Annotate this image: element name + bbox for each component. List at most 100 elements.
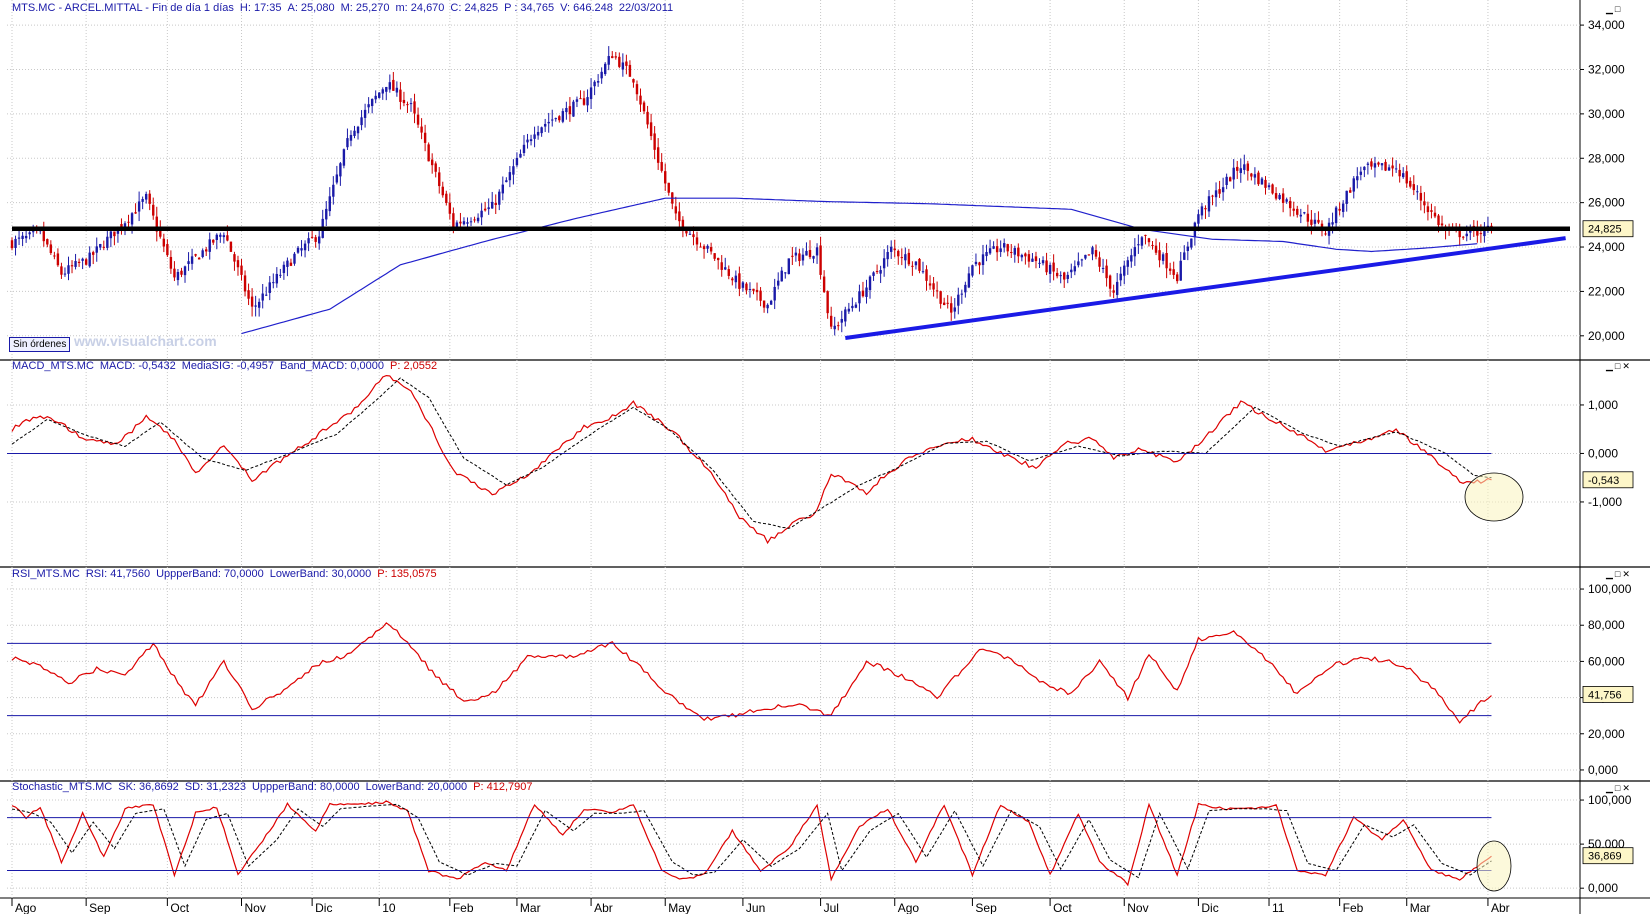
candle-body-down [438,172,441,187]
candle-body-up [1207,196,1211,212]
x-tick-label: 10 [382,901,396,914]
candle-body-up [328,196,331,212]
candle-body-up [63,273,67,275]
candle-body-up [890,246,893,252]
candle-body-down [473,219,476,221]
candle-body-down [642,102,646,112]
candle-body-down [236,260,240,268]
candle-body-up [1331,222,1334,225]
candle-body-down [1094,250,1098,257]
candle-body-up [356,126,360,134]
candle-body-up [988,248,992,254]
candle-body-down [162,238,166,247]
candle-body-down [618,56,621,67]
candle-body-down [127,221,130,223]
price-y-tick-label: 32,000 [1588,62,1625,76]
candle-body-down [92,252,95,255]
candle-body-down [628,64,632,77]
candle-body-up [536,131,540,136]
candle-body-up [1303,212,1306,214]
candle-body-up [342,149,346,166]
candle-body-up [1356,176,1359,181]
candle-body-up [1140,237,1144,246]
close-icon[interactable]: ✕ [1622,783,1632,793]
candle-body-down [1105,265,1108,279]
candle-body-up [547,121,550,124]
candle-body-up [780,270,783,282]
candle-body-down [1108,275,1112,289]
candle-body-up [275,273,279,284]
candle-body-down [430,159,434,166]
candle-body-up [272,282,275,284]
candle-body-up [349,134,353,141]
candle-body-down [1154,245,1158,253]
minimize-icon[interactable]: ▁ [1606,783,1615,793]
close-icon[interactable]: ✕ [1622,361,1632,371]
candle-body-down [243,275,247,292]
candle-body-down [611,56,614,59]
candle-body-down [762,300,766,308]
candle-body-down [434,163,437,172]
candle-body-down [441,186,444,196]
candle-body-up [572,101,575,117]
candle-body-up [1352,178,1355,192]
candle-body-down [1349,190,1352,193]
candle-body-down [240,265,243,275]
x-tick-label: Feb [1343,901,1364,914]
candle-body-up [565,107,568,113]
no-orders-badge[interactable]: Sin órdenes [9,337,71,352]
stoch-window-buttons[interactable]: ▁□✕ [1606,783,1632,794]
candle-body-up [1359,171,1363,175]
candle-body-down [713,253,716,259]
candle-body-down [1172,269,1175,275]
candle-body-up [575,99,579,102]
candle-body-up [1084,254,1087,259]
minimize-icon[interactable]: ▁ [1606,4,1615,14]
candle-body-down [1391,165,1394,169]
candle-body-up [381,89,384,94]
candle-body-up [265,294,268,296]
candle-body-down [928,283,932,286]
candle-body-up [293,253,296,264]
candle-body-up [498,191,501,205]
candle-body-up [1225,176,1228,186]
candle-body-up [1020,254,1024,258]
candle-body-up [865,287,868,297]
candle-body-up [1401,173,1405,178]
candle-body-down [169,256,173,269]
price-window-buttons[interactable]: ▁□ [1606,4,1622,15]
candle-body-up [515,157,519,166]
candle-body-up [784,272,787,274]
candle-body-down [798,253,801,261]
macd-window-buttons[interactable]: ▁□✕ [1606,361,1632,372]
candle-body-down [494,202,497,206]
candle-body-up [801,254,805,261]
candle-body-up [1059,275,1062,277]
candle-body-up [183,266,187,276]
candle-body-down [1211,195,1214,197]
candle-body-down [113,231,116,237]
stoch-info-p: P: 412,7907 [473,781,533,793]
minimize-icon[interactable]: ▁ [1606,361,1615,371]
candle-body-up [367,104,370,108]
rsi-panel-info: RSI_MTS.MC RSI: 41,7560 UppperBand: 70,000… [12,568,443,580]
price-y-tick-label: 30,000 [1588,107,1625,121]
candle-body-down [1306,213,1310,222]
candle-body-up [130,213,134,225]
stochastic-y-tick-label: 0,000 [1588,881,1618,895]
rsi-window-buttons[interactable]: ▁□✕ [1606,569,1632,580]
candle-body-up [95,246,98,253]
maximize-icon[interactable]: □ [1615,4,1622,14]
candle-body-down [1228,177,1232,182]
candle-body-down [861,290,865,297]
candle-body-up [296,247,300,253]
x-tick-label: Mar [1410,901,1431,914]
chart-canvas[interactable]: 20,000 22,000 24,000 26,000 28,000 30,000 32,0… [0,0,1650,914]
macd-highlight-circle [1464,472,1524,522]
candle-body-up [985,251,988,257]
price-last-value-label: 24,825 [1588,224,1622,236]
candle-body-up [24,235,28,239]
minimize-icon[interactable]: ▁ [1606,569,1615,579]
close-icon[interactable]: ✕ [1622,569,1632,579]
candle-body-up [1077,261,1080,266]
